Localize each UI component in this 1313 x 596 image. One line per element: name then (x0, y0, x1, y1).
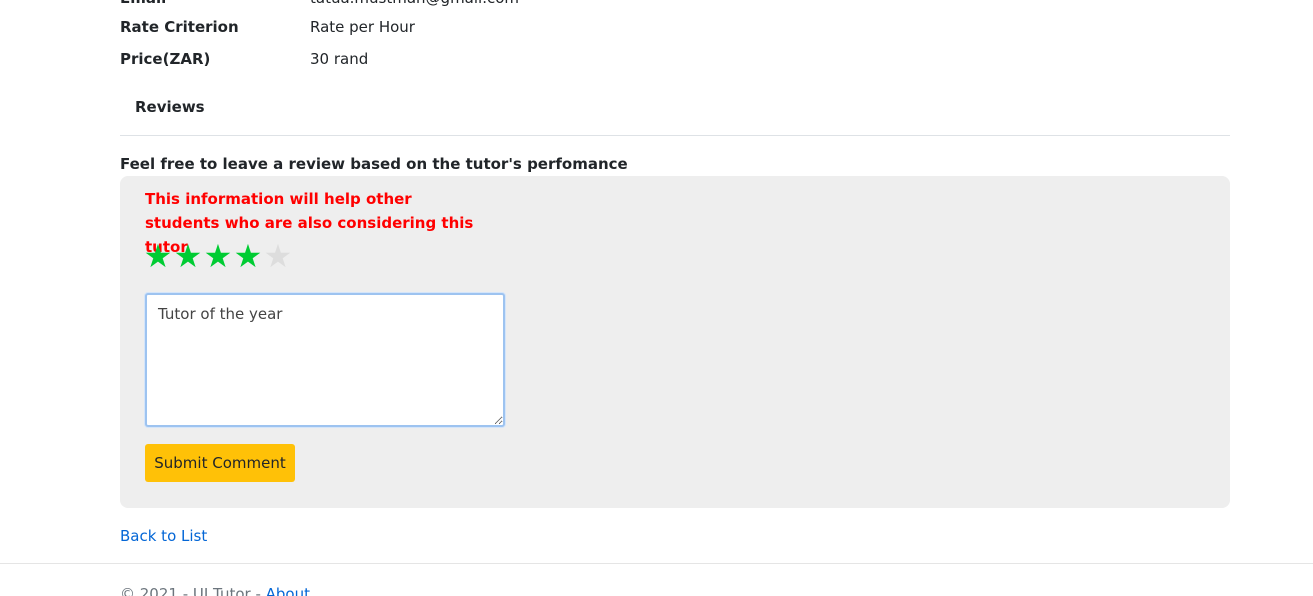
star-icon-5[interactable]: ★ (263, 239, 293, 273)
star-icon-1[interactable]: ★ (143, 239, 173, 273)
star-rating[interactable]: ★ ★ ★ ★ ★ (143, 239, 293, 273)
footer-copyright: © 2021 - UJ Tutor - (120, 585, 266, 596)
review-heading: Feel free to leave a review based on the… (120, 155, 628, 173)
footer-divider (0, 563, 1313, 564)
about-link[interactable]: About (266, 585, 310, 596)
rate-criterion-value: Rate per Hour (310, 18, 415, 36)
rate-criterion-label: Rate Criterion (120, 18, 239, 36)
review-panel: This information will help other student… (120, 176, 1230, 508)
footer: © 2021 - UJ Tutor - About (120, 584, 310, 596)
page: Email tatua.mustman@gmail.com Rate Crite… (0, 0, 1313, 596)
email-value: tatua.mustman@gmail.com (310, 0, 519, 8)
star-icon-4[interactable]: ★ (233, 239, 263, 273)
price-value: 30 rand (310, 50, 369, 68)
tab-reviews[interactable]: Reviews (135, 97, 205, 117)
star-icon-3[interactable]: ★ (203, 239, 233, 273)
comment-textarea[interactable] (145, 293, 505, 427)
submit-comment-button[interactable]: Submit Comment (145, 444, 295, 482)
price-label: Price(ZAR) (120, 50, 211, 68)
back-to-list-link[interactable]: Back to List (120, 526, 207, 546)
star-icon-2[interactable]: ★ (173, 239, 203, 273)
email-label: Email (120, 0, 300, 8)
tab-divider (120, 135, 1230, 136)
